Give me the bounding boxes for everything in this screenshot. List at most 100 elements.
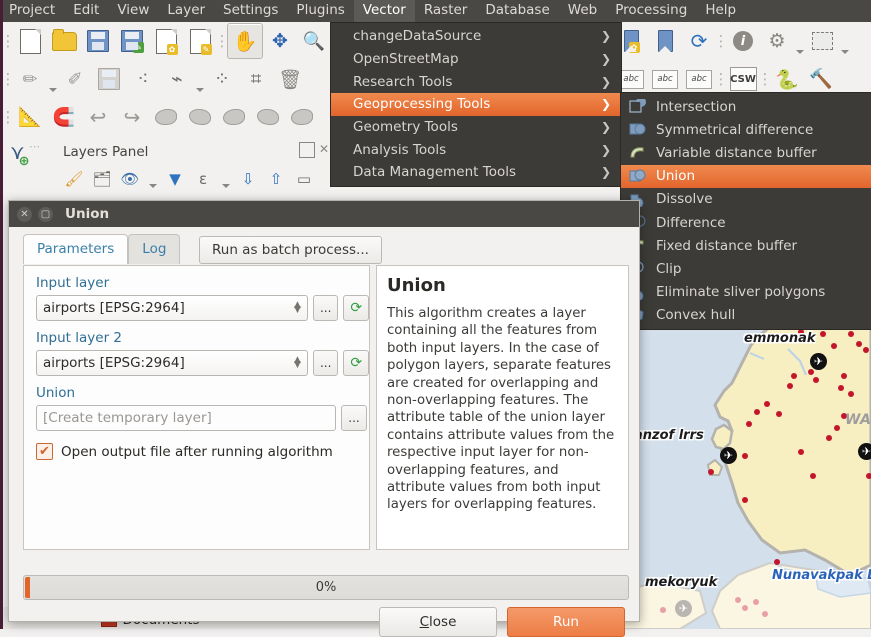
chevron-down-icon-5[interactable] <box>147 166 158 192</box>
run-button[interactable]: Run <box>507 607 625 637</box>
add-line-feature-icon[interactable]: ⌁ <box>160 62 194 96</box>
union-dialog[interactable]: ✕ ▢ Union Parameters Log Run as batch pr… <box>8 200 640 622</box>
merge-attributes-icon[interactable] <box>251 100 285 134</box>
menu-item-research-tools[interactable]: Research Tools ❯ <box>331 70 621 93</box>
submenu-item-eliminate-sliver-polygons[interactable]: Eliminate sliver polygons <box>621 281 871 304</box>
file-toolbar[interactable]: ✎ ✿ ✎ ✋ ✥ 🔍 <box>3 22 331 60</box>
input-layer-combo[interactable]: airports [EPSG:2964] ▲▼ <box>36 295 308 321</box>
python-console-icon[interactable]: 🐍 <box>770 62 804 96</box>
menu-plugins[interactable]: Plugins <box>287 0 353 22</box>
expand-all-icon[interactable]: ⇩ <box>237 168 259 190</box>
union-output-row[interactable]: [Create temporary layer] ... <box>36 405 369 431</box>
delete-selected-icon[interactable]: 🗑 <box>273 62 307 96</box>
close-icon[interactable]: ✕ <box>319 142 329 158</box>
run-feature-action-icon[interactable]: ⚙ <box>760 24 794 58</box>
select-by-area-icon[interactable] <box>805 24 839 58</box>
menu-item-data-management-tools[interactable]: Data Management Tools ❯ <box>331 161 621 184</box>
layers-panel-toolbar[interactable]: 🖌 🗂 👁 ▼ ε ⇩ ⇧ ▭ <box>63 166 315 192</box>
close-icon[interactable]: ✕ <box>17 207 32 222</box>
modify-attributes-icon[interactable]: ⌗ <box>239 62 273 96</box>
union-output-field[interactable]: [Create temporary layer] <box>36 405 336 431</box>
toolbar-grip-6[interactable] <box>760 62 770 96</box>
manage-visibility-icon[interactable]: 👁 <box>119 168 141 190</box>
snapping-icon[interactable]: 🧲 <box>47 100 81 134</box>
input-layer-row[interactable]: airports [EPSG:2964] ▲▼ ... ⟳ <box>36 295 369 321</box>
chevron-down-icon-4[interactable] <box>194 58 205 100</box>
menu-item-change-data-source[interactable]: changeDataSource ❯ <box>331 25 621 48</box>
menu-item-geoprocessing-tools[interactable]: Geoprocessing Tools ❯ <box>331 93 621 116</box>
save-layer-edits-icon[interactable] <box>92 62 126 96</box>
tab-log[interactable]: Log <box>128 234 180 264</box>
menu-item-openstreetmap[interactable]: OpenStreetMap ❯ <box>331 48 621 71</box>
toolbar-grip-3[interactable] <box>716 24 726 58</box>
filter-legend-icon[interactable]: ▼ <box>164 168 186 190</box>
vertex-tool-add-icon[interactable]: ⋎⊕ <box>10 140 36 164</box>
menu-database[interactable]: Database <box>476 0 558 22</box>
chevron-down-icon[interactable] <box>794 20 805 62</box>
menu-raster[interactable]: Raster <box>415 0 477 22</box>
chevron-down-icon-2[interactable] <box>839 20 850 62</box>
layers-panel-window-buttons[interactable]: ✕ <box>299 142 329 158</box>
menu-processing[interactable]: Processing <box>606 0 696 22</box>
refresh-icon[interactable]: ⟳ <box>682 24 716 58</box>
input-layer-2-browse-button[interactable]: ... <box>313 350 339 376</box>
input-layer-2-row[interactable]: airports [EPSG:2964] ▲▼ ... ⟳ <box>36 350 369 376</box>
undo-icon[interactable]: ↩ <box>81 100 115 134</box>
save-project-icon[interactable] <box>81 24 115 58</box>
toolbar-grip-4[interactable] <box>3 62 13 96</box>
add-feature-icon[interactable]: ⁖ <box>126 62 160 96</box>
submenu-item-union[interactable]: Union <box>621 165 871 188</box>
redo-icon[interactable]: ↪ <box>115 100 149 134</box>
submenu-item-variable-distance-buffer[interactable]: Variable distance buffer <box>621 141 871 164</box>
submenu-item-clip[interactable]: Clip <box>621 257 871 280</box>
digitizing-toolbar[interactable]: ✏ ✐ ⁖ ⌁ ⁘ ⌗ 🗑 <box>3 60 307 98</box>
rotate-point-symbols-icon[interactable] <box>285 100 319 134</box>
input-layer-2-combo[interactable]: airports [EPSG:2964] ▲▼ <box>36 350 308 376</box>
open-project-icon[interactable] <box>47 24 81 58</box>
diagram-abc-icon[interactable]: abc <box>648 62 682 96</box>
submenu-item-difference[interactable]: Difference <box>621 211 871 234</box>
menu-view[interactable]: View <box>108 0 158 22</box>
pan-map-icon[interactable]: ✋ <box>227 23 263 59</box>
input-layer-browse-button[interactable]: ... <box>313 295 339 321</box>
menu-layer[interactable]: Layer <box>158 0 214 22</box>
submenu-item-convex-hull[interactable]: Convex hull <box>621 304 871 327</box>
union-output-browse-button[interactable]: ... <box>341 405 367 431</box>
geoprocessing-submenu[interactable]: Intersection Symmetrical difference Vari… <box>620 92 871 330</box>
toggle-editing-icon[interactable]: ✐ <box>58 62 92 96</box>
menu-help[interactable]: Help <box>696 0 745 22</box>
toolbar-grip-2[interactable] <box>217 24 227 58</box>
measure-line-icon[interactable]: 📐 <box>13 100 47 134</box>
input-layer-2-refresh-icon[interactable]: ⟳ <box>343 350 369 376</box>
advanced-digitizing-toolbar[interactable]: 📐 🧲 ↩ ↪ <box>3 98 319 136</box>
text-annotation-icon[interactable]: abc <box>682 62 716 96</box>
menu-item-analysis-tools[interactable]: Analysis Tools ❯ <box>331 138 621 161</box>
input-layer-refresh-icon[interactable]: ⟳ <box>343 295 369 321</box>
merge-features-icon[interactable] <box>217 100 251 134</box>
menu-web[interactable]: Web <box>559 0 606 22</box>
run-as-batch-process-button[interactable]: Run as batch process... <box>199 236 382 264</box>
undock-icon[interactable] <box>299 142 315 158</box>
open-output-checkbox-row[interactable]: ✔ Open output file after running algorit… <box>36 443 369 460</box>
menu-edit[interactable]: Edit <box>64 0 108 22</box>
zoom-in-icon[interactable]: 🔍 <box>297 24 331 58</box>
toolbar-grip-5[interactable] <box>716 62 726 96</box>
collapse-all-icon[interactable]: ⇧ <box>265 168 287 190</box>
dialog-buttons[interactable]: Close Run <box>379 607 625 637</box>
submenu-item-symmetrical-difference[interactable]: Symmetrical difference <box>621 118 871 141</box>
vector-menu[interactable]: changeDataSource ❯ OpenStreetMap ❯ Resea… <box>330 22 622 187</box>
chevron-down-icon-6[interactable] <box>220 166 231 192</box>
new-print-layout-icon[interactable]: ✿ <box>149 24 183 58</box>
toolbar-grip[interactable] <box>3 24 13 58</box>
expression-filter-icon[interactable]: ε <box>192 168 214 190</box>
dialog-titlebar[interactable]: ✕ ▢ Union <box>9 201 639 227</box>
style-brush-icon[interactable]: 🖌 <box>63 168 85 190</box>
spinner-icon-2[interactable]: ▲▼ <box>294 358 301 368</box>
move-feature-icon[interactable]: ⁘ <box>205 62 239 96</box>
tab-parameters[interactable]: Parameters <box>23 234 128 264</box>
show-bookmarks-icon[interactable] <box>648 24 682 58</box>
pan-to-selection-icon[interactable]: ✥ <box>263 24 297 58</box>
menubar[interactable]: Project Edit View Layer Settings Plugins… <box>0 0 871 22</box>
submenu-item-dissolve[interactable]: Dissolve <box>621 188 871 211</box>
menu-settings[interactable]: Settings <box>214 0 287 22</box>
